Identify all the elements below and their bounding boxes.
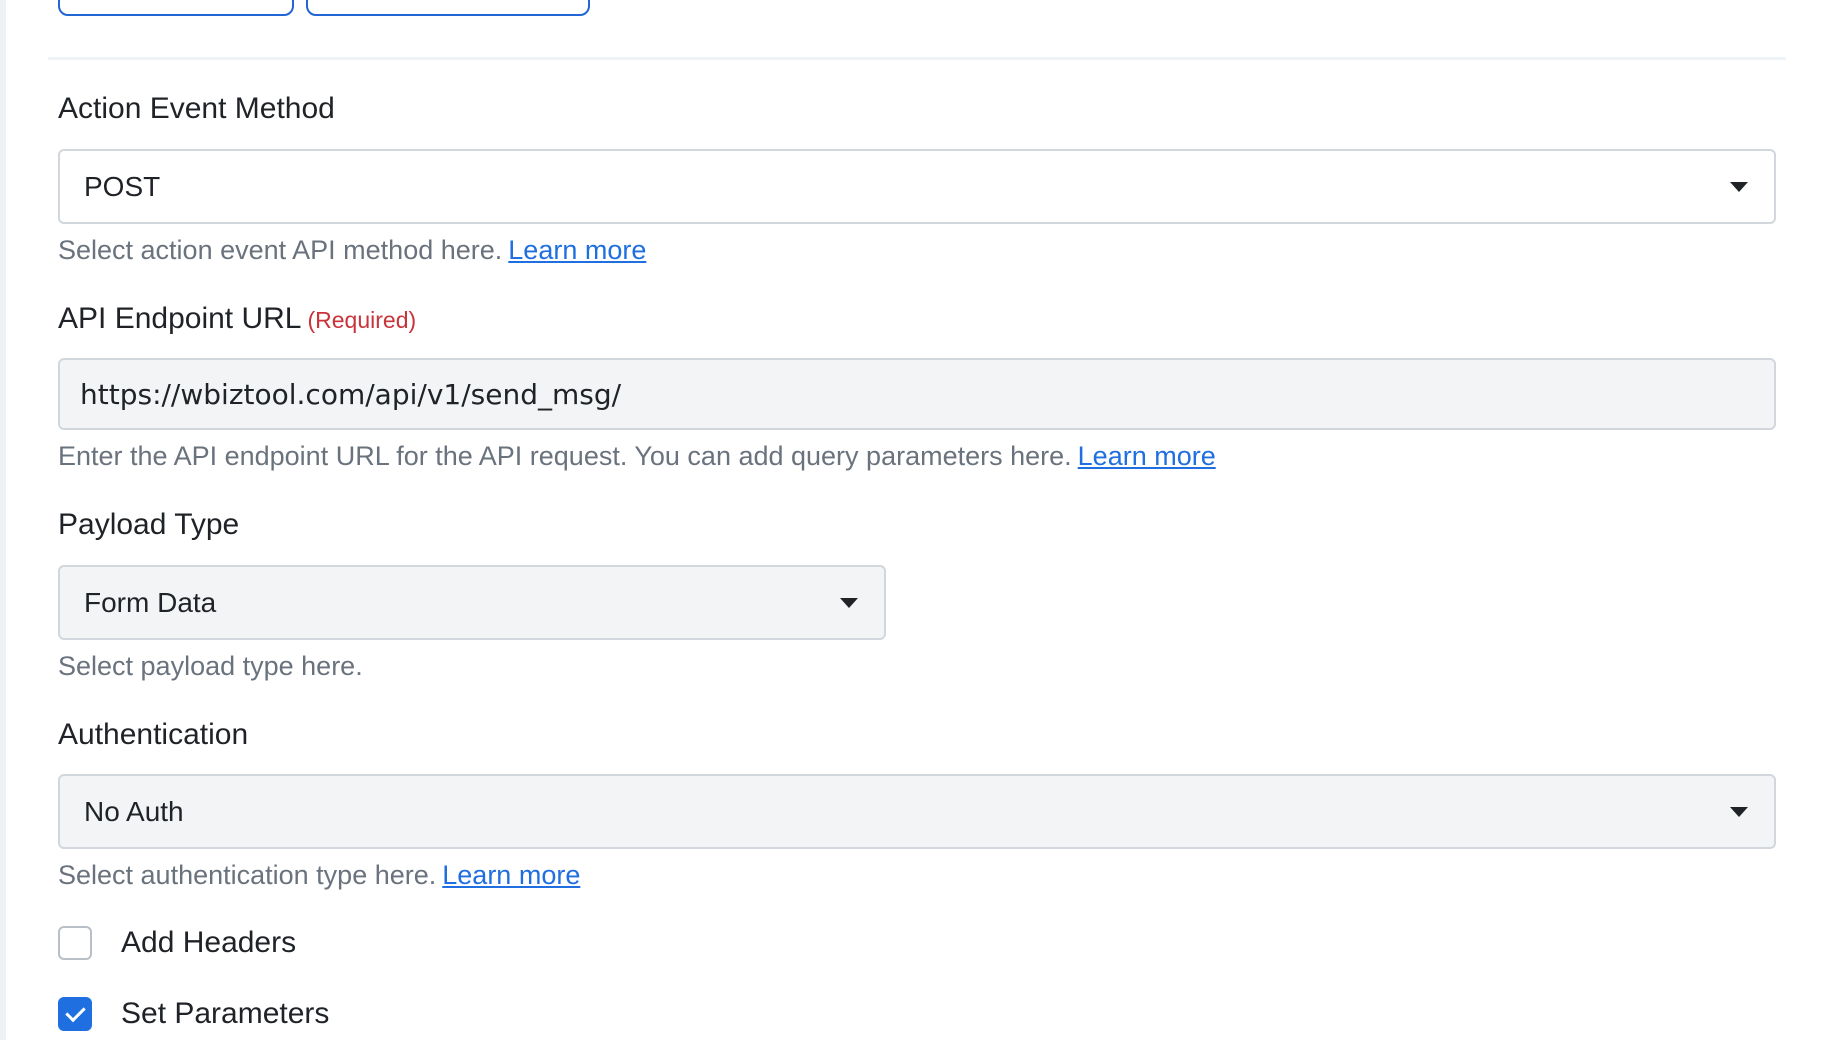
- payload-select-value: Form Data: [84, 587, 217, 618]
- payload-select[interactable]: Form Data: [58, 565, 886, 640]
- endpoint-learn-more-link[interactable]: Learn more: [1078, 441, 1216, 471]
- settings-panel: Action Event Method POST Select action e…: [0, 0, 1830, 1040]
- method-label: Action Event Method: [58, 92, 335, 125]
- chevron-down-icon: [840, 598, 858, 608]
- chevron-down-icon: [1730, 182, 1748, 192]
- payload-help: Select payload type here.: [58, 651, 363, 681]
- section-divider: [48, 57, 1786, 60]
- auth-label: Authentication: [58, 718, 249, 751]
- method-learn-more-link[interactable]: Learn more: [508, 235, 646, 265]
- auth-select-value: No Auth: [84, 796, 184, 827]
- method-help-text: Select action event API method here.: [58, 235, 503, 265]
- set-parameters-checkbox[interactable]: [58, 997, 92, 1031]
- method-select-value: POST: [84, 171, 161, 202]
- add-headers-label[interactable]: Add Headers: [121, 926, 296, 960]
- endpoint-help-text: Enter the API endpoint URL for the API r…: [58, 441, 1072, 471]
- auth-help: Select authentication type here. Learn mo…: [58, 860, 580, 891]
- auth-select[interactable]: No Auth: [58, 774, 1776, 849]
- required-marker: (Required): [307, 307, 417, 333]
- endpoint-url-input[interactable]: [58, 358, 1776, 430]
- endpoint-label: API Endpoint URL (Required): [58, 302, 416, 336]
- set-parameters-label[interactable]: Set Parameters: [121, 997, 329, 1031]
- method-help: Select action event API method here. Lear…: [58, 235, 646, 266]
- top-button-right[interactable]: [306, 0, 590, 16]
- chevron-down-icon: [1730, 807, 1748, 817]
- endpoint-help: Enter the API endpoint URL for the API r…: [58, 441, 1216, 472]
- endpoint-label-text: API Endpoint URL: [58, 302, 302, 335]
- auth-learn-more-link[interactable]: Learn more: [442, 860, 580, 890]
- payload-label: Payload Type: [58, 508, 240, 541]
- top-button-left[interactable]: [58, 0, 294, 16]
- method-select[interactable]: POST: [58, 149, 1776, 224]
- add-headers-checkbox[interactable]: [58, 926, 92, 960]
- auth-help-text: Select authentication type here.: [58, 860, 437, 890]
